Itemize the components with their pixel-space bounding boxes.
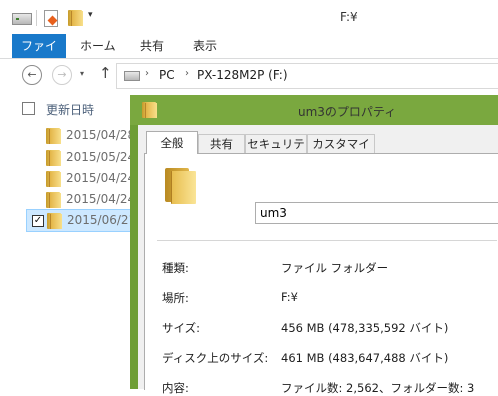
date-modified: 2015/04/24 xyxy=(66,171,136,185)
drive-icon[interactable] xyxy=(12,13,32,25)
tab-sharing[interactable]: 共有 xyxy=(198,134,245,153)
breadcrumb-pc[interactable]: PC xyxy=(159,68,175,82)
contains-value: ファイル数: 2,562、フォルダー数: 3 xyxy=(281,381,475,395)
folder-icon xyxy=(46,171,61,187)
size-on-disk-label: ディスク上のサイズ: xyxy=(162,351,269,365)
new-folder-icon[interactable] xyxy=(68,10,83,26)
folder-name-field[interactable] xyxy=(255,202,498,224)
dialog-body: 全般 共有 セキュリティ カスタマイズ 種類: ファイル フォルダー 場所: F… xyxy=(138,125,498,395)
folder-icon xyxy=(46,150,61,166)
tab-general[interactable]: 全般 xyxy=(146,131,198,154)
qat-dropdown-icon[interactable]: ▾ xyxy=(88,10,93,20)
tab-file[interactable]: ファイル xyxy=(12,34,66,77)
properties-icon[interactable] xyxy=(44,10,58,27)
folder-icon xyxy=(165,168,196,204)
date-modified: 2015/06/21 xyxy=(67,213,137,227)
column-header-date-modified[interactable]: 更新日時 xyxy=(46,101,94,118)
size-label: サイズ: xyxy=(162,321,201,335)
dialog-title-bar[interactable]: um3のプロパティ xyxy=(130,95,498,125)
breadcrumb-separator[interactable]: › xyxy=(145,68,149,79)
folder-icon xyxy=(47,213,62,229)
general-panel: 種類: ファイル フォルダー 場所: F:¥ サイズ: 456 MB (478,… xyxy=(144,153,498,395)
contains-label: 内容: xyxy=(162,381,189,395)
check-icon[interactable]: ✓ xyxy=(32,215,44,227)
qat-divider xyxy=(36,10,37,26)
window-title: F:¥ xyxy=(340,10,358,24)
tab-home[interactable]: ホーム xyxy=(71,34,125,58)
properties-dialog: um3のプロパティ 全般 共有 セキュリティ カスタマイズ 種類: ファイル フ… xyxy=(130,95,498,395)
up-icon[interactable]: ↑ xyxy=(99,64,112,82)
date-modified: 2015/04/28 xyxy=(66,128,136,142)
list-item[interactable]: 2015/05/24 xyxy=(26,147,136,168)
breadcrumb-separator[interactable]: › xyxy=(185,68,189,79)
forward-icon[interactable]: → xyxy=(52,65,72,85)
tab-share[interactable]: 共有 xyxy=(131,34,173,58)
title-bar: ▾ F:¥ xyxy=(0,0,498,34)
size-on-disk-value: 461 MB (483,647,488 バイト) xyxy=(281,351,449,365)
tab-view[interactable]: 表示 xyxy=(184,34,226,58)
ribbon-tabs: ファイル ホーム 共有 表示 xyxy=(0,34,498,77)
recent-locations-icon[interactable]: ▾ xyxy=(80,69,84,78)
date-modified: 2015/05/24 xyxy=(66,150,136,164)
folder-icon xyxy=(142,102,157,118)
size-value: 456 MB (478,335,592 バイト) xyxy=(281,321,449,335)
location-label: 場所: xyxy=(162,291,189,305)
location-value: F:¥ xyxy=(281,290,298,304)
list-item[interactable]: 2015/04/24 xyxy=(26,168,136,189)
list-item[interactable]: 2015/04/28 xyxy=(26,125,136,146)
list-item[interactable]: 2015/04/24 xyxy=(26,189,136,210)
divider xyxy=(157,240,497,241)
drive-icon xyxy=(124,71,140,81)
breadcrumb-drive[interactable]: PX-128M2P (F:) xyxy=(197,68,288,82)
back-icon[interactable]: ← xyxy=(22,65,42,85)
date-modified: 2015/04/24 xyxy=(66,192,136,206)
dialog-title: um3のプロパティ xyxy=(298,105,397,119)
type-value: ファイル フォルダー xyxy=(281,261,389,275)
folder-icon xyxy=(46,192,61,208)
address-bar[interactable]: › PC › PX-128M2P (F:) xyxy=(116,63,498,89)
tab-security[interactable]: セキュリティ xyxy=(245,134,307,169)
type-label: 種類: xyxy=(162,261,189,275)
list-item-selected[interactable]: ✓ 2015/06/21 xyxy=(26,209,138,232)
folder-icon xyxy=(46,128,61,144)
tab-customize[interactable]: カスタマイズ xyxy=(307,134,375,169)
select-all-checkbox[interactable] xyxy=(22,102,35,115)
dialog-tabs: 全般 共有 セキュリティ カスタマイズ xyxy=(138,131,498,169)
